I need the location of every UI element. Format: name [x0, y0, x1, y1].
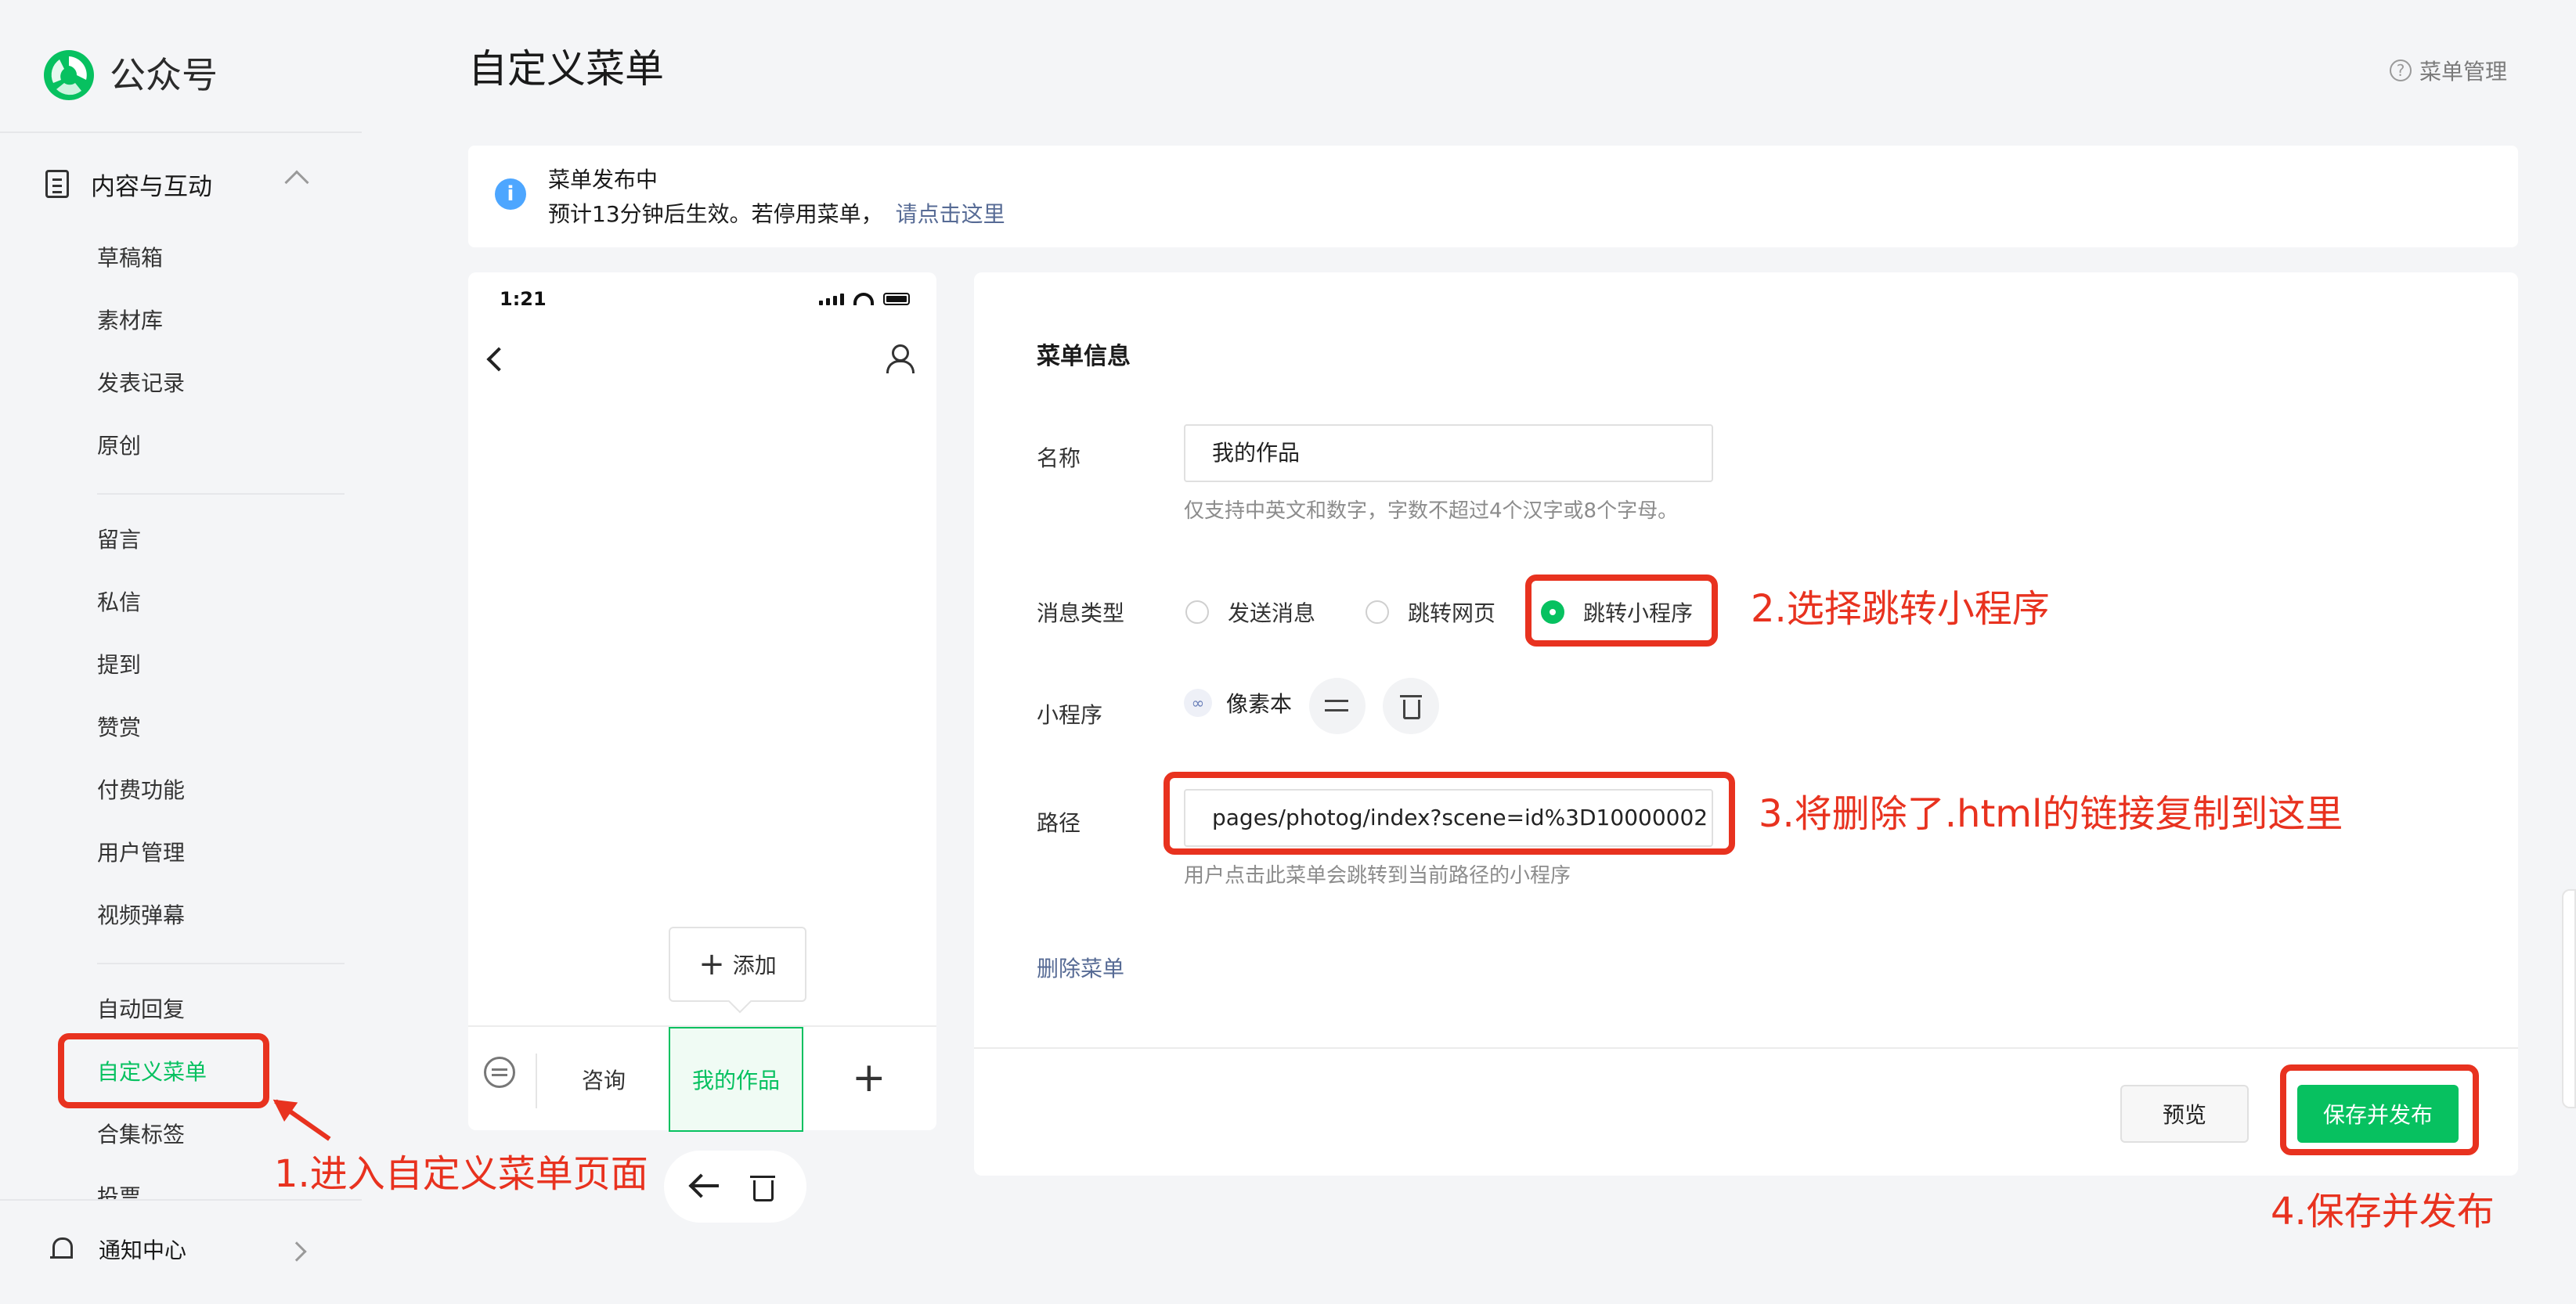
swap-icon [1325, 697, 1350, 715]
sidebar-item-collection-tags[interactable]: 合集标签 [97, 1119, 185, 1151]
user-profile-icon [886, 344, 915, 373]
wechat-official-logo-icon [44, 50, 94, 100]
name-hint: 仅支持中英文和数字，字数不超过4个汉字或8个字母。 [1184, 499, 1679, 523]
annotation-box-custom-menu [58, 1033, 269, 1108]
phone-status-bar [819, 293, 910, 305]
radio-jump-webpage[interactable]: 跳转网页 [1366, 596, 1495, 628]
brand-name: 公众号 [110, 54, 218, 96]
section-title: 菜单信息 [1037, 343, 1131, 370]
menu-info-panel: 菜单信息 名称 我的作品 仅支持中英文和数字，字数不超过4个汉字或8个字母。 消… [974, 272, 2518, 1176]
publish-notice: i 菜单发布中 预计13分钟后生效。若停用菜单， 请点击这里 [468, 146, 2518, 247]
swap-miniprogram-button[interactable] [1309, 678, 1366, 734]
sidebar: 公众号 内容与互动 草稿箱 素材库 发表记录 原创 留言 私信 提到 赞赏 付费… [0, 0, 362, 1304]
annotation-step3: 3.将删除了.html的链接复制到这里 [1759, 792, 2343, 836]
signal-icon [840, 294, 844, 305]
sidebar-item-messages[interactable]: 私信 [97, 587, 141, 618]
notice-body: 预计13分钟后生效。若停用菜单， 请点击这里 [548, 197, 1005, 229]
sidebar-item-original[interactable]: 原创 [97, 430, 141, 462]
delete-menu-link[interactable]: 删除菜单 [1037, 952, 1124, 983]
add-submenu-label: 添加 [732, 953, 777, 978]
signal-icon [819, 301, 823, 305]
radio-circle [1185, 600, 1209, 624]
trash-icon[interactable] [750, 1171, 775, 1202]
radio-send-message[interactable]: 发送消息 [1185, 596, 1315, 628]
info-icon: i [495, 178, 526, 210]
sidebar-divider [0, 1199, 362, 1201]
phone-time: 1:21 [500, 288, 547, 310]
annotation-box-miniprogram [1525, 575, 1718, 647]
menu-item-my-works[interactable]: 我的作品 [669, 1027, 803, 1132]
miniprogram-name: 像素本 [1226, 691, 1293, 717]
sidebar-item-user-management[interactable]: 用户管理 [97, 838, 185, 869]
radio-label: 跳转网页 [1408, 600, 1496, 626]
sidebar-item-drafts[interactable]: 草稿箱 [97, 243, 163, 274]
phone-menu-bar: 咨询 我的作品 + [468, 1025, 936, 1132]
message-type-label: 消息类型 [1037, 600, 1125, 626]
menu-management-help[interactable]: ? 菜单管理 [2390, 55, 2507, 86]
wifi-icon [853, 293, 874, 305]
chevron-up-icon[interactable] [284, 170, 309, 195]
annotation-step2: 2.选择跳转小程序 [1751, 587, 2050, 631]
sidebar-item-rewards[interactable]: 赞赏 [97, 712, 141, 744]
annotation-step4: 4.保存并发布 [2271, 1190, 2495, 1234]
help-icon: ? [2390, 59, 2412, 81]
sidebar-item-mentions[interactable]: 提到 [97, 650, 141, 681]
notice-link[interactable]: 请点击这里 [896, 201, 1005, 227]
bell-icon [50, 1236, 74, 1263]
notice-body-text: 预计13分钟后生效。若停用菜单， [548, 201, 883, 227]
miniprogram-selected: ∞ 像素本 [1184, 687, 1292, 719]
menu-name-input[interactable]: 我的作品 [1184, 424, 1713, 482]
signal-icon [826, 298, 830, 305]
sidebar-group-content[interactable]: 内容与互动 [45, 163, 212, 205]
page-title: 自定义菜单 [468, 46, 664, 92]
plus-icon: + [698, 946, 725, 982]
annotation-step1: 1.进入自定义菜单页面 [274, 1152, 648, 1196]
name-label: 名称 [1037, 445, 1081, 471]
link-icon: ∞ [1184, 689, 1212, 717]
sidebar-item-paid-features[interactable]: 付费功能 [97, 775, 185, 806]
menu-item-consult[interactable]: 咨询 [539, 1027, 669, 1132]
help-label: 菜单管理 [2419, 59, 2508, 85]
add-submenu-button[interactable]: + 添加 [669, 927, 806, 1002]
trash-icon [1400, 692, 1422, 720]
radio-label: 发送消息 [1228, 600, 1316, 626]
scroll-handle[interactable] [2562, 889, 2576, 1108]
preview-button[interactable]: 预览 [2120, 1085, 2249, 1143]
annotation-box-path [1164, 772, 1735, 855]
sidebar-item-publish-history[interactable]: 发表记录 [97, 368, 185, 399]
document-icon [45, 170, 69, 198]
arrow-left-icon[interactable] [689, 1174, 720, 1198]
notification-center[interactable]: 通知中心 [50, 1234, 186, 1265]
sidebar-item-video-danmaku[interactable]: 视频弹幕 [97, 900, 185, 931]
path-label: 路径 [1037, 810, 1081, 836]
back-chevron-icon [486, 347, 511, 372]
sidebar-item-assets[interactable]: 素材库 [97, 305, 163, 337]
sidebar-item-vote[interactable]: 投票 [97, 1182, 141, 1199]
sidebar-group-label: 内容与互动 [91, 172, 212, 201]
menu-tools [664, 1151, 806, 1223]
phone-preview: 1:21 + 添加 咨询 我的作品 + [468, 272, 936, 1132]
sidebar-item-auto-reply[interactable]: 自动回复 [97, 994, 185, 1025]
battery-icon [883, 293, 910, 305]
notification-center-label: 通知中心 [99, 1237, 187, 1263]
add-menu-plus-icon[interactable]: + [852, 1050, 886, 1105]
chevron-right-icon [287, 1241, 307, 1262]
signal-icon [833, 296, 837, 305]
sidebar-divider [97, 493, 345, 495]
path-hint: 用户点击此菜单会跳转到当前路径的小程序 [1184, 864, 1571, 888]
sidebar-divider [97, 963, 345, 964]
form-footer-divider [974, 1047, 2518, 1049]
miniprogram-label: 小程序 [1037, 702, 1103, 728]
remove-miniprogram-button[interactable] [1383, 678, 1439, 734]
radio-circle [1366, 600, 1389, 624]
menu-separator [536, 1054, 537, 1108]
sidebar-item-comments[interactable]: 留言 [97, 524, 141, 556]
notice-title: 菜单发布中 [548, 167, 658, 193]
annotation-box-save [2280, 1064, 2479, 1155]
sidebar-divider [0, 131, 362, 133]
keyboard-icon[interactable] [484, 1057, 515, 1088]
